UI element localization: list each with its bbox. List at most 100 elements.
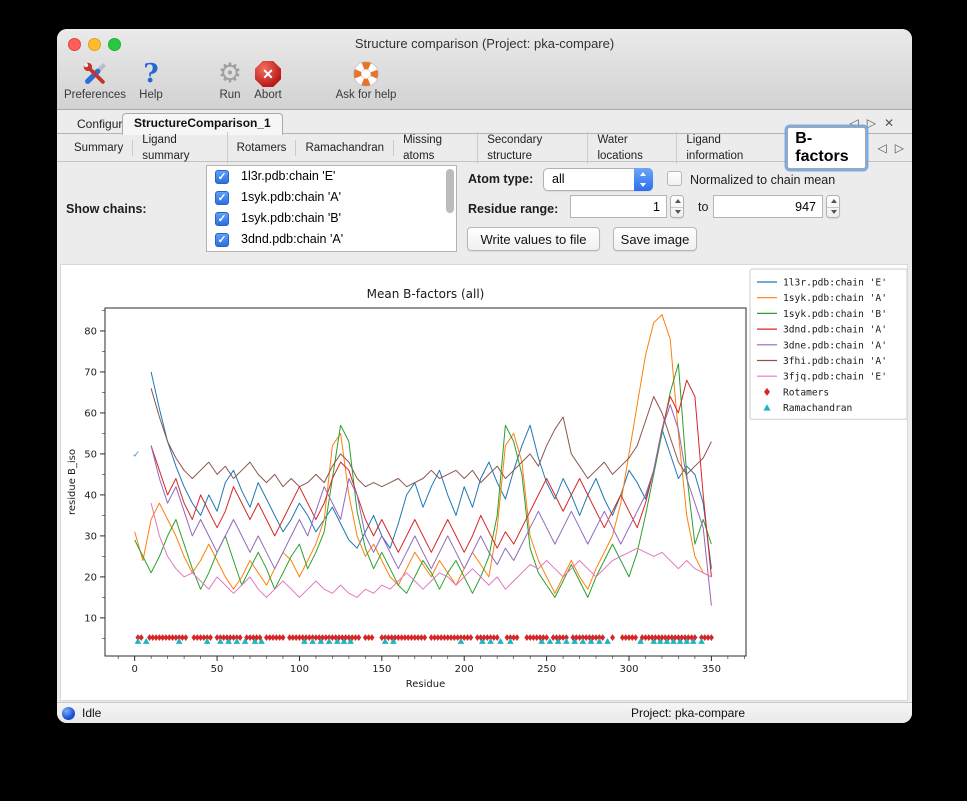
stepper-down-icon [675, 210, 681, 214]
tools-icon [60, 59, 130, 89]
status-text: Idle [82, 706, 101, 720]
checkbox-checked-icon[interactable]: ✓ [215, 233, 229, 247]
question-icon: ? [143, 59, 158, 89]
marker-diamond [514, 634, 519, 641]
legend-label: 1syk.pdb:chain 'B' [783, 309, 887, 320]
marker-diamond [208, 634, 213, 641]
preferences-button[interactable]: Preferences [60, 59, 130, 103]
subtab-prev-icon[interactable]: ◁ [878, 141, 895, 155]
project-label: Project: pka-compare [631, 706, 745, 720]
toolbar-label: Preferences [60, 89, 130, 101]
status-bar: Idle Project: pka-compare [57, 702, 912, 723]
lifebuoy-icon [321, 59, 411, 89]
sub-tab-bar: Summary Ligand summary Rotamers Ramachan… [57, 135, 912, 162]
chart-panel: Mean B-factors (all) Residue residue B_iso… [60, 264, 908, 701]
chart-ylabel: residue B_iso [67, 449, 78, 515]
scrollbar-thumb[interactable] [446, 169, 454, 213]
marker-diamond [468, 634, 473, 641]
x-tick-label: 150 [372, 664, 391, 675]
y-tick-label: 40 [84, 490, 97, 501]
run-button[interactable]: ⚙ Run [210, 59, 250, 103]
tab-next-icon[interactable]: ▷ [867, 116, 884, 130]
y-tick-label: 30 [84, 531, 97, 542]
tab-summary[interactable]: Summary [65, 140, 133, 156]
checkbox-checked-icon[interactable]: ✓ [215, 170, 229, 184]
legend-label: 1syk.pdb:chain 'A' [783, 293, 887, 304]
x-tick-label: 350 [702, 664, 721, 675]
write-values-button[interactable]: Write values to file [467, 227, 600, 251]
list-item[interactable]: ✓ 3dnd.pdb:chain 'A' [207, 229, 456, 250]
x-tick-label: 300 [619, 664, 638, 675]
tab-ramachandran[interactable]: Ramachandran [296, 140, 394, 156]
tab-secondary-structure[interactable]: Secondary structure [478, 132, 588, 164]
stepper-down-icon [831, 210, 837, 214]
toolbar-label: Abort [246, 89, 290, 101]
x-tick-label: 100 [290, 664, 309, 675]
chevron-up-icon [640, 172, 646, 176]
y-tick-label: 50 [84, 449, 97, 460]
show-chains-label: Show chains: [66, 202, 147, 216]
chart-line [151, 380, 711, 577]
gear-icon: ⚙ [218, 60, 242, 88]
tab-ligand-information[interactable]: Ligand information [677, 132, 779, 164]
chain-label: 1syk.pdb:chain 'B' [241, 211, 341, 225]
ask-for-help-button[interactable]: Ask for help [321, 59, 411, 103]
range-to-stepper[interactable] [826, 195, 840, 218]
marker-diamond [709, 634, 714, 641]
tab-missing-atoms[interactable]: Missing atoms [394, 132, 478, 164]
list-item[interactable]: ✓ 1syk.pdb:chain 'A' [207, 187, 456, 208]
checkbox-checked-icon[interactable]: ✓ [215, 212, 229, 226]
app-window: Structure comparison (Project: pka-compa… [57, 29, 912, 723]
y-tick-label: 80 [84, 326, 97, 337]
save-image-button[interactable]: Save image [613, 227, 697, 251]
dropdown-stepper[interactable] [634, 168, 653, 191]
chain-label: 1l3r.pdb:chain 'E' [241, 169, 335, 183]
subtab-next-icon[interactable]: ▷ [895, 141, 912, 155]
range-to-input[interactable] [713, 195, 823, 218]
legend-label: 3dne.pdb:chain 'A' [783, 340, 887, 351]
toolbar-label: Help [131, 89, 171, 101]
chart-title: Mean B-factors (all) [367, 287, 485, 301]
controls-panel: Show chains: ✓ 1l3r.pdb:chain 'E' ✓ 1syk… [57, 162, 912, 264]
marker-diamond [422, 634, 427, 641]
checkbox-checked-icon[interactable]: ✓ [215, 191, 229, 205]
legend-label: 3fjq.pdb:chain 'E' [783, 372, 887, 383]
normalized-checkbox[interactable] [667, 171, 682, 186]
legend-label: 3fhi.pdb:chain 'A' [783, 356, 887, 367]
marker-diamond [633, 634, 638, 641]
x-tick-label: 0 [131, 664, 137, 675]
chart-line [151, 503, 711, 597]
chart-line [151, 388, 711, 486]
marker-diamond [600, 634, 605, 641]
y-tick-label: 20 [84, 572, 97, 583]
tab-rotamers[interactable]: Rotamers [228, 140, 297, 156]
marker-diamond [183, 634, 188, 641]
marker-diamond [238, 634, 243, 641]
list-item[interactable]: ✓ 1l3r.pdb:chain 'E' [207, 166, 456, 187]
marker-diamond [369, 634, 374, 641]
abort-button[interactable]: ✕ Abort [246, 59, 290, 103]
list-item[interactable]: ✓ 1syk.pdb:chain 'B' [207, 208, 456, 229]
legend-label: 3dnd.pdb:chain 'A' [783, 325, 887, 336]
marker-diamond [495, 634, 500, 641]
main-tab-bar: Configure StructureComparison_1 ◁▷✕ [57, 113, 912, 134]
y-tick-label: 10 [84, 613, 97, 624]
check-marker: ✓ [132, 449, 140, 460]
range-from-input[interactable] [570, 195, 667, 218]
x-tick-label: 50 [211, 664, 224, 675]
chain-list[interactable]: ✓ 1l3r.pdb:chain 'E' ✓ 1syk.pdb:chain 'A… [206, 165, 457, 252]
toolbar-label: Run [210, 89, 250, 101]
legend-label: Ramachandran [783, 403, 852, 414]
help-button[interactable]: ? Help [131, 59, 171, 103]
normalized-label: Normalized to chain mean [690, 173, 835, 187]
x-tick-label: 200 [455, 664, 474, 675]
range-from-stepper[interactable] [670, 195, 684, 218]
tab-water-locations[interactable]: Water locations [588, 132, 677, 164]
residue-range-label: Residue range: [468, 202, 558, 216]
tab-close-icon[interactable]: ✕ [884, 116, 902, 130]
chevron-down-icon [640, 183, 646, 187]
chart-line [151, 405, 711, 606]
chart-xlabel: Residue [406, 679, 445, 690]
tab-ligand-summary[interactable]: Ligand summary [133, 132, 227, 164]
atom-type-dropdown[interactable]: all [543, 168, 653, 191]
